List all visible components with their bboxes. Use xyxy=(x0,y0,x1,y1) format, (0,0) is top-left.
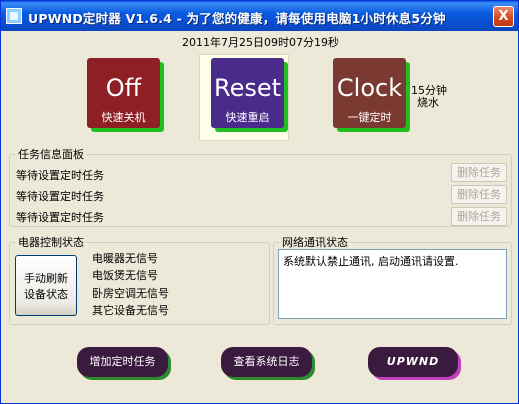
clock-button[interactable]: Clock 一键定时 xyxy=(333,58,406,128)
delete-task-button[interactable]: 删除任务 xyxy=(451,163,507,182)
current-datetime: 2011年7月25日09时07分19秒 xyxy=(182,36,339,49)
refresh-label-line2: 设备状态 xyxy=(24,288,68,301)
network-status-text[interactable]: 系统默认禁止通讯, 启动通讯请设置. xyxy=(278,249,507,319)
device-status: 卧房空调无信号 xyxy=(92,287,169,300)
reset-button-wrap: Reset 快速重启 xyxy=(211,58,290,134)
title-bar[interactable]: UPWND定时器 V1.6.4 - 为了您的健康，请每使用电脑1小时休息5分钟 … xyxy=(1,1,518,31)
off-button-caption: 快速关机 xyxy=(101,111,146,124)
clock-note: 15分钟 烧水 xyxy=(411,85,447,109)
reset-button[interactable]: Reset 快速重启 xyxy=(211,58,284,128)
device-status: 其它设备无信号 xyxy=(92,304,169,317)
refresh-label-line1: 手动刷新 xyxy=(24,272,68,285)
off-button-label: Off xyxy=(105,74,142,102)
device-status: 电暖器无信号 xyxy=(92,252,158,265)
app-window: UPWND定时器 V1.6.4 - 为了您的健康，请每使用电脑1小时休息5分钟 … xyxy=(0,0,519,404)
device-status: 电饭煲无信号 xyxy=(92,269,158,282)
reset-button-caption: 快速重启 xyxy=(225,111,270,124)
refresh-devices-button[interactable]: 手动刷新 设备状态 xyxy=(15,255,77,316)
add-task-button[interactable]: 增加定时任务 xyxy=(77,347,168,377)
delete-task-button[interactable]: 删除任务 xyxy=(451,207,507,226)
clock-button-label: Clock xyxy=(336,74,403,102)
task-label: 等待设置定时任务 xyxy=(16,169,104,182)
window-title: UPWND定时器 V1.6.4 - 为了您的健康，请每使用电脑1小时休息5分钟 xyxy=(28,11,446,26)
network-panel-title: 网络通讯状态 xyxy=(282,236,348,249)
clock-note-line2: 烧水 xyxy=(417,96,439,109)
app-icon xyxy=(6,8,22,24)
task-label: 等待设置定时任务 xyxy=(16,211,104,224)
clock-button-caption: 一键定时 xyxy=(347,111,392,124)
device-panel-title: 电器控制状态 xyxy=(18,236,84,249)
task-label: 等待设置定时任务 xyxy=(16,190,104,203)
delete-task-button[interactable]: 删除任务 xyxy=(451,185,507,204)
upwnd-logo-button[interactable]: UPWND xyxy=(368,347,458,377)
off-button-wrap: Off 快速关机 xyxy=(87,58,166,134)
view-log-button[interactable]: 查看系统日志 xyxy=(221,347,312,377)
close-button[interactable]: X xyxy=(493,6,514,27)
off-button[interactable]: Off 快速关机 xyxy=(87,58,160,128)
close-icon: X xyxy=(498,9,509,24)
reset-button-label: Reset xyxy=(213,74,282,102)
task-panel-title: 任务信息面板 xyxy=(18,148,84,161)
clock-button-wrap: Clock 一键定时 xyxy=(333,58,412,134)
